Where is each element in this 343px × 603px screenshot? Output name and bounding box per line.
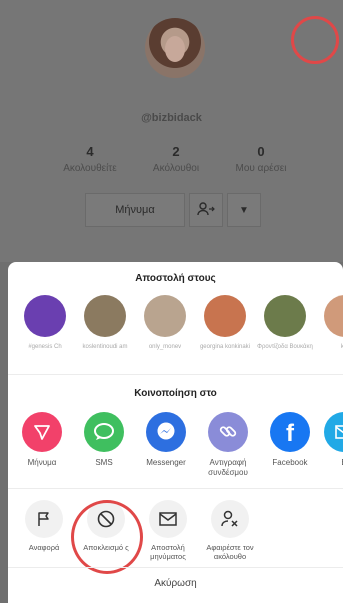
action-label: Αφαιρέστε τον ακόλουθο [206, 543, 254, 561]
friend-avatar [324, 295, 343, 337]
friend-name: koslentinoudi am [82, 344, 128, 350]
stat-value: 0 [257, 144, 265, 159]
friend-name: #genesis Ch [28, 344, 62, 350]
link-icon [208, 412, 248, 452]
stat-likes[interactable]: 0 Μου αρέσει [221, 144, 301, 174]
send-to-title: Αποστολή στους [135, 273, 216, 284]
share-app-messenger[interactable]: Messenger [137, 412, 195, 468]
stat-followers[interactable]: 2 Ακόλουθοι [136, 144, 216, 174]
highlight-circle [291, 16, 339, 64]
stat-label: Ακόλουθοι [152, 163, 200, 174]
flag-icon [25, 500, 63, 538]
friend-avatar [24, 295, 66, 337]
app-label: Facebook [272, 458, 308, 467]
remove-user-icon [211, 500, 249, 538]
profile-background: @bizbidack 4 Ακολουθείτε 2 Ακόλουθοι 0 Μ… [0, 0, 343, 262]
message-button[interactable]: Μήνυμα [85, 193, 185, 227]
share-app-message[interactable]: Μήνυμα [13, 412, 71, 468]
share-app-facebook[interactable]: f Facebook [261, 412, 319, 468]
remove-follower-button[interactable]: Αφαιρέστε τον ακόλουθο [200, 500, 260, 561]
envelope-icon [149, 500, 187, 538]
share-sheet: Αποστολή στους #genesis Ch koslentinoudi… [8, 262, 343, 603]
stat-following[interactable]: 4 Ακολουθείτε [50, 144, 130, 174]
app-label: Messenger [146, 458, 186, 467]
divider [8, 567, 343, 568]
friend-avatar [144, 295, 186, 337]
share-app-email[interactable]: E [315, 412, 343, 468]
friend-name: only_monev [148, 344, 182, 350]
action-label: Αποστολή μηνύματος [150, 543, 186, 561]
highlight-circle [71, 500, 143, 574]
email-icon [324, 412, 343, 452]
friend-item[interactable]: Φροντίζοδα Βουκάκη [257, 295, 313, 351]
friend-name: Φροντίζοδα Βουκάκη [257, 344, 313, 350]
friend-item[interactable]: koslentinoudi am [80, 295, 130, 351]
facebook-icon: f [270, 412, 310, 452]
app-label: E [315, 458, 343, 468]
cancel-button[interactable]: Ακύρωση [8, 578, 343, 589]
friend-name: georgina konkinaki [199, 344, 251, 350]
friend-avatar [204, 295, 246, 337]
share-to-title: Κοινοποίηση στο [134, 388, 217, 399]
chat-bubble-icon [84, 412, 124, 452]
friend-avatar [84, 295, 126, 337]
stat-label: Ακολουθείτε [63, 163, 117, 174]
stat-value: 4 [86, 144, 94, 159]
friend-item[interactable]: #genesis Ch [20, 295, 70, 351]
friend-name: kar [340, 344, 343, 350]
divider [8, 374, 343, 375]
send-icon [22, 412, 62, 452]
report-button[interactable]: Αναφορά [14, 500, 74, 552]
friend-item[interactable]: kar [320, 295, 343, 351]
share-app-copy-link[interactable]: Αντιγραφή συνδέσμου [199, 412, 257, 478]
friend-avatar [264, 295, 306, 337]
follow-toggle-button[interactable] [189, 193, 223, 227]
app-label: Αντιγραφή συνδέσμου [208, 458, 248, 477]
messenger-icon [146, 412, 186, 452]
action-label: Αναφορά [28, 543, 60, 552]
profile-username: @bizbidack [141, 112, 202, 124]
user-swap-icon [196, 201, 216, 220]
profile-avatar [145, 18, 205, 78]
more-dropdown-button[interactable]: ▼ [227, 193, 261, 227]
app-label: Μήνυμα [27, 458, 57, 467]
app-label: SMS [95, 458, 113, 467]
send-message-button[interactable]: Αποστολή μηνύματος [138, 500, 198, 561]
stat-value: 2 [172, 144, 180, 159]
friend-item[interactable]: only_monev [140, 295, 190, 351]
share-app-sms[interactable]: SMS [75, 412, 133, 468]
divider [8, 488, 343, 489]
friend-item[interactable]: georgina konkinaki [200, 295, 250, 351]
stat-label: Μου αρέσει [235, 163, 287, 174]
caret-down-icon: ▼ [239, 204, 249, 216]
